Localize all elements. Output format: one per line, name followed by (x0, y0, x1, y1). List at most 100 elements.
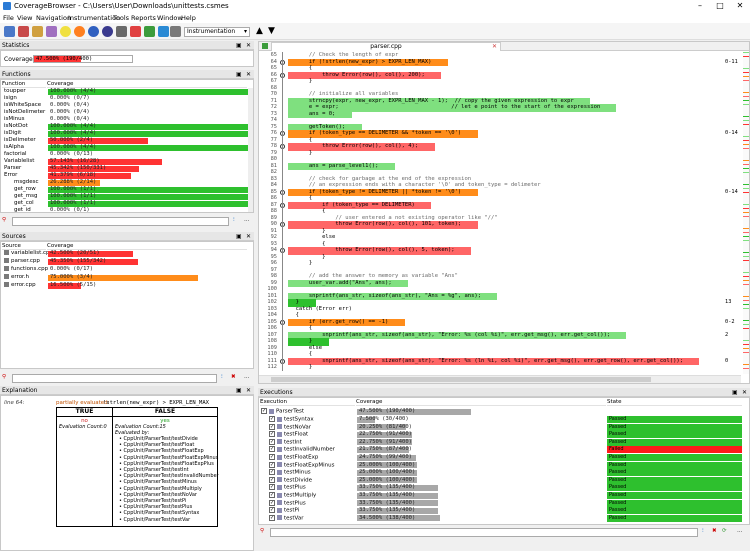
execution-row[interactable]: ✓ testFloat (269, 431, 353, 438)
code-line[interactable]: snprintf(ans_str, sizeof(ans_str), "Erro… (289, 358, 683, 366)
function-name[interactable]: get_row (14, 186, 46, 193)
chart-icon[interactable] (144, 26, 155, 37)
execution-row[interactable]: ✓ testPlus (269, 499, 353, 507)
function-name[interactable]: isWhiteSpace (4, 102, 46, 109)
executions-col-execution[interactable]: Execution (260, 398, 355, 406)
execution-row[interactable]: ✓ testInt (269, 438, 353, 446)
function-name[interactable]: isDigit (4, 130, 46, 137)
menu-help[interactable]: Help (181, 14, 196, 22)
menu-view[interactable]: View (17, 14, 32, 22)
code-line[interactable]: user_var.add("Ans", ans); (289, 280, 392, 288)
execution-row[interactable]: ✓ testInvalidNumber (269, 446, 353, 453)
execution-row[interactable]: ✓ testDivide (269, 476, 353, 484)
arrow-down-icon[interactable]: ▼ (266, 26, 277, 37)
execution-checkbox[interactable]: ✓ (269, 461, 275, 468)
sources-search-input[interactable] (12, 374, 217, 383)
float-icon[interactable]: ▣ (236, 70, 242, 79)
execution-row[interactable]: ✓ testMinus (269, 469, 353, 476)
function-name[interactable]: Variablelist (4, 158, 46, 165)
minimize-icon[interactable]: – (690, 0, 710, 13)
clear-icon[interactable]: ✖ (712, 528, 717, 534)
save-icon[interactable] (18, 26, 29, 37)
source-row[interactable]: functions.cpp (4, 266, 48, 273)
source-row[interactable]: variablelist.cpp (4, 250, 53, 257)
executions-col-coverage[interactable]: Coverage (356, 398, 606, 406)
execution-checkbox[interactable]: ✓ (269, 484, 275, 491)
menu-reports[interactable]: Reports (131, 14, 156, 22)
executions-search-input[interactable] (270, 528, 698, 537)
code-line[interactable]: ans = parse_level1(); (289, 163, 379, 171)
refresh-icon[interactable]: ⟳ (722, 528, 727, 534)
close-icon[interactable]: ✕ (730, 0, 750, 13)
function-name[interactable]: msgdesc (14, 179, 46, 186)
close-tab-icon[interactable]: ✕ (492, 43, 497, 51)
execution-checkbox[interactable]: ✓ (269, 507, 275, 514)
code-line[interactable]: if (token_type == DELIMETER && *token ==… (289, 130, 461, 138)
execution-checkbox[interactable]: ✓ (269, 431, 275, 438)
instrumentation-select[interactable]: Instrumentation ▾ (184, 27, 250, 37)
execution-row[interactable]: ✓ ParserTest (261, 408, 353, 415)
execution-checkbox[interactable]: ✓ (269, 423, 275, 430)
code-line[interactable]: } (289, 364, 312, 372)
source-row[interactable]: error.h (4, 274, 48, 281)
filter-icon[interactable]: ⚲ (2, 217, 6, 223)
function-name[interactable]: Parser (4, 165, 46, 172)
ok-icon[interactable] (88, 26, 99, 37)
execution-checkbox[interactable]: ✓ (261, 408, 267, 414)
float-icon[interactable]: ▣ (236, 386, 242, 395)
function-name[interactable]: isMinus (4, 116, 46, 123)
function-name[interactable]: isAlpha (4, 144, 46, 151)
code-line[interactable]: if (token_type != DELIMETER || *token !=… (289, 189, 461, 197)
code-line[interactable]: } (289, 78, 312, 86)
options-icon[interactable]: ⁝ (221, 374, 223, 380)
execution-checkbox[interactable]: ✓ (269, 438, 275, 445)
executions-col-state[interactable]: State (607, 398, 742, 406)
close-panel-icon[interactable]: ✕ (742, 388, 747, 397)
execution-checkbox[interactable]: ✓ (269, 492, 275, 498)
code-area[interactable]: 65 // Check the length of expr 64 if (!st… (259, 52, 741, 374)
report-icon[interactable] (46, 26, 57, 37)
sources-col-source[interactable]: Source (2, 242, 46, 250)
function-name[interactable]: isNotDot (4, 123, 46, 130)
more-icon[interactable]: … (244, 217, 250, 223)
function-name[interactable]: get_col (14, 200, 46, 207)
function-name[interactable]: factorial (4, 151, 46, 158)
code-line[interactable]: snprintf(ans_str, sizeof(ans_str), "Ans … (289, 293, 481, 301)
menu-file[interactable]: File (3, 14, 14, 22)
execution-checkbox[interactable]: ✓ (269, 416, 275, 422)
function-name[interactable]: Error (4, 172, 46, 179)
execution-checkbox[interactable]: ✓ (269, 446, 275, 453)
stop-icon[interactable] (130, 26, 141, 37)
close-panel-icon[interactable]: ✕ (246, 232, 251, 241)
filter-icon[interactable] (74, 26, 85, 37)
execution-row[interactable]: ✓ testPi (269, 507, 353, 514)
code-line[interactable]: } (289, 150, 312, 158)
execution-row[interactable]: ✓ testVar (269, 514, 353, 522)
function-name[interactable]: isDelimeter (4, 137, 46, 144)
filter-icon[interactable]: ⚲ (2, 374, 6, 380)
execution-checkbox[interactable]: ✓ (269, 454, 275, 460)
execution-checkbox[interactable]: ✓ (269, 499, 275, 506)
edit-icon[interactable] (158, 26, 169, 37)
close-panel-icon[interactable]: ✕ (246, 70, 251, 79)
settings-icon[interactable] (170, 26, 181, 37)
coverage-minimap[interactable] (743, 52, 749, 374)
filter-icon[interactable]: ⚲ (260, 528, 264, 534)
tab-parser-cpp[interactable]: parser.cpp ✕ (271, 42, 501, 51)
maximize-icon[interactable]: □ (710, 0, 730, 13)
scrollbar[interactable] (248, 88, 253, 212)
function-name[interactable]: get_msg (14, 193, 46, 200)
menu-tools[interactable]: Tools (113, 14, 129, 22)
execution-row[interactable]: ✓ testPlus (269, 484, 353, 491)
clear-icon[interactable]: ✖ (231, 374, 236, 380)
more-icon[interactable]: … (244, 374, 250, 380)
function-name[interactable]: isNotDelimeter (4, 109, 46, 116)
function-name[interactable]: get_id (14, 207, 46, 212)
more-icon[interactable]: … (737, 528, 743, 534)
execution-row[interactable]: ✓ testSyntax (269, 416, 353, 423)
functions-search-input[interactable] (12, 217, 229, 226)
execution-checkbox[interactable]: ✓ (269, 469, 275, 476)
source-row[interactable]: parser.cpp (4, 258, 48, 265)
code-line[interactable]: snprintf(ans_str, sizeof(ans_str), "Erro… (289, 332, 610, 340)
execution-icon[interactable] (102, 26, 113, 37)
